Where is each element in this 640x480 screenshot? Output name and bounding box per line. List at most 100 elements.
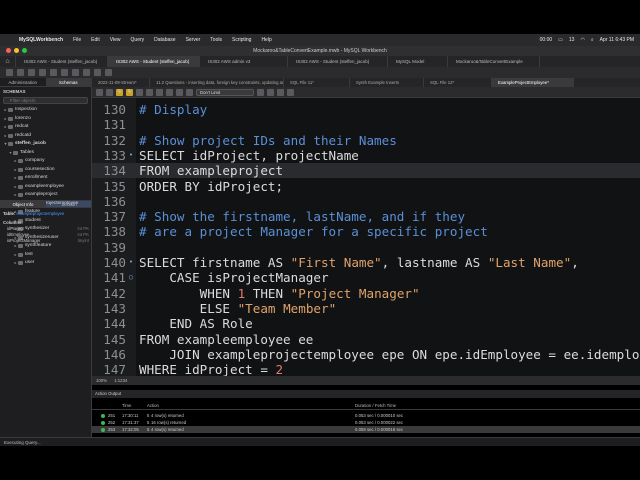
new-query-icon[interactable] (6, 69, 13, 76)
code-line[interactable]: 135 ORDER BY idProject; (92, 179, 640, 194)
open-sql-icon[interactable] (17, 69, 24, 76)
create-function-icon[interactable] (83, 69, 90, 76)
tree-item[interactable]: ▸ coursesection (0, 166, 91, 175)
editor-tab[interactable]: Synth Example Inserts (350, 78, 424, 87)
fold-marker-icon[interactable]: ○ (127, 270, 135, 285)
code-line[interactable]: 147 WHERE idProject = 2 (92, 362, 640, 376)
col-duration[interactable]: Duration / Fetch Time (355, 403, 396, 408)
commit-icon[interactable] (166, 88, 173, 96)
stop-icon[interactable] (146, 88, 153, 96)
code-line[interactable]: 144 END AS Role (92, 316, 640, 331)
create-table-icon[interactable] (50, 69, 57, 76)
menu-app[interactable]: MySQLWorkbench (14, 37, 68, 43)
tree-item[interactable]: ▾ steffen_jacob (0, 140, 91, 149)
code-line[interactable]: 139 (92, 240, 640, 255)
output-row[interactable]: 251 17:30:11 5 4 row(s) returned 0.053 sec /… (92, 412, 640, 419)
create-procedure-icon[interactable] (72, 69, 79, 76)
search-icon[interactable]: ⌕ (591, 37, 594, 43)
connection-tab-active[interactable]: IS302 AWS - Student (steffen_jacob) (108, 56, 200, 67)
wifi-icon[interactable]: ◠ (580, 37, 584, 43)
fold-marker-icon[interactable]: • (127, 255, 135, 270)
tab-administration[interactable]: Administration (0, 78, 46, 87)
menu-database[interactable]: Database (149, 37, 180, 43)
code-line[interactable]: 136 (92, 194, 640, 209)
battery-icon[interactable]: ▭ (558, 37, 563, 43)
create-view-icon[interactable] (61, 69, 68, 76)
code-line[interactable]: 131 (92, 117, 640, 132)
connection-tab[interactable]: IS302 AWS admin v3 (200, 56, 288, 67)
beautify-icon[interactable] (257, 88, 264, 96)
code-line[interactable]: 138 # are a project Manager for a specifi… (92, 224, 640, 239)
limit-rows-select[interactable]: Don't Limit (196, 88, 254, 96)
fold-marker-icon[interactable]: • (127, 148, 135, 163)
tree-item[interactable]: ▸ enrollment (0, 174, 91, 183)
editor-tab[interactable]: SQL File 11* (284, 78, 350, 87)
code-line[interactable]: 133 • SELECT idProject, projectName (92, 148, 640, 163)
tree-item[interactable]: ▸ Inspection (0, 106, 91, 115)
code-line[interactable]: 134 FROM exampleproject (92, 163, 640, 179)
tree-item[interactable]: ▸ user (0, 259, 91, 268)
output-row[interactable]: 252 17:31:37 5 16 row(s) returned 0.053 sec … (92, 419, 640, 426)
menu-help[interactable]: Help (256, 37, 276, 43)
code-line[interactable]: 142 WHEN 1 THEN "Project Manager" (92, 286, 640, 301)
save-icon[interactable] (106, 88, 113, 96)
inspector-icon[interactable] (28, 69, 35, 76)
col-action[interactable]: Action (147, 403, 159, 408)
zoom-window-icon[interactable] (22, 48, 27, 53)
execute-current-icon[interactable]: ϟ (126, 88, 133, 96)
tree-item[interactable]: ▸ test (0, 251, 91, 260)
menu-edit[interactable]: Edit (86, 37, 105, 43)
code-line[interactable]: 130 # Display (92, 102, 640, 117)
wrap-icon[interactable] (287, 88, 294, 96)
tree-item[interactable]: ▾ Tables (0, 149, 91, 158)
clock[interactable]: Apr 11 6:43 PM (600, 37, 634, 43)
invisible-chars-icon[interactable] (277, 88, 284, 96)
toggle-error-icon[interactable] (156, 88, 163, 96)
code-line[interactable]: 145 FROM exampleemployee ee (92, 332, 640, 347)
code-line[interactable]: 132 # Show project IDs and their Names (92, 133, 640, 148)
connection-tab[interactable]: IS302 AWS - Student (steffen_jacob) (16, 56, 108, 67)
execute-icon[interactable]: ϟ (116, 88, 123, 96)
autocommit-icon[interactable] (186, 88, 193, 96)
code-line[interactable]: 137 # Show the firstname, lastName, and i… (92, 209, 640, 224)
open-file-icon[interactable] (96, 88, 103, 96)
output-header[interactable]: Action Output (92, 390, 640, 398)
tab-object-info[interactable]: Object Info (0, 200, 46, 208)
explain-icon[interactable] (136, 88, 143, 96)
tree-item[interactable]: ▸ exampleproject (0, 191, 91, 200)
menu-query[interactable]: Query (126, 37, 150, 43)
menu-server[interactable]: Server (181, 37, 206, 43)
editor-tab-active[interactable]: ExampleProjectEmployee* (492, 78, 574, 87)
menu-view[interactable]: View (105, 37, 126, 43)
connection-tab[interactable]: MySQL Model (388, 56, 448, 67)
tree-item[interactable]: ▸ lorenzo (0, 115, 91, 124)
tree-item[interactable]: ▸ redcat (0, 123, 91, 132)
home-icon[interactable]: ⌂ (0, 56, 16, 67)
col-time[interactable]: Time (122, 403, 131, 408)
tree-item[interactable]: ▸ exampleemployee (0, 183, 91, 192)
create-schema-icon[interactable] (39, 69, 46, 76)
sql-editor[interactable]: 130 # Display 131 132 # Show project IDs and… (92, 98, 640, 376)
find-icon[interactable] (267, 88, 274, 96)
close-window-icon[interactable] (6, 48, 11, 53)
reconnect-icon[interactable] (105, 69, 112, 76)
filter-objects-input[interactable]: Filter objects (3, 97, 88, 104)
search-table-icon[interactable] (94, 69, 101, 76)
code-line[interactable]: 140 • SELECT firstname AS "First Name", la… (92, 255, 640, 270)
editor-tab[interactable]: 2022-11-09-Stream* (92, 78, 150, 87)
menu-tools[interactable]: Tools (205, 37, 227, 43)
connection-tab[interactable]: Mockaroo&TableConvertExample (448, 56, 540, 67)
code-line[interactable]: 141 ○ CASE isProjectManager (92, 270, 640, 285)
editor-tab[interactable]: 11.2 Questions - inserting data, foreign… (150, 78, 284, 87)
tree-item[interactable]: ▸ company (0, 157, 91, 166)
code-line[interactable]: 146 JOIN exampleprojectemployee epe ON e… (92, 347, 640, 362)
tab-schemas[interactable]: Schemas (45, 78, 91, 87)
rollback-icon[interactable] (176, 88, 183, 96)
menu-scripting[interactable]: Scripting (227, 37, 256, 43)
output-row[interactable]: 253 17:32:05 5 4 row(s) returned 0.058 sec /… (92, 426, 640, 433)
menu-file[interactable]: File (68, 37, 86, 43)
minimize-window-icon[interactable] (14, 48, 19, 53)
code-line[interactable]: 143 ELSE "Team Member" (92, 301, 640, 316)
tab-session[interactable]: Session (46, 200, 92, 208)
editor-tab[interactable]: SQL File 12* (424, 78, 492, 87)
